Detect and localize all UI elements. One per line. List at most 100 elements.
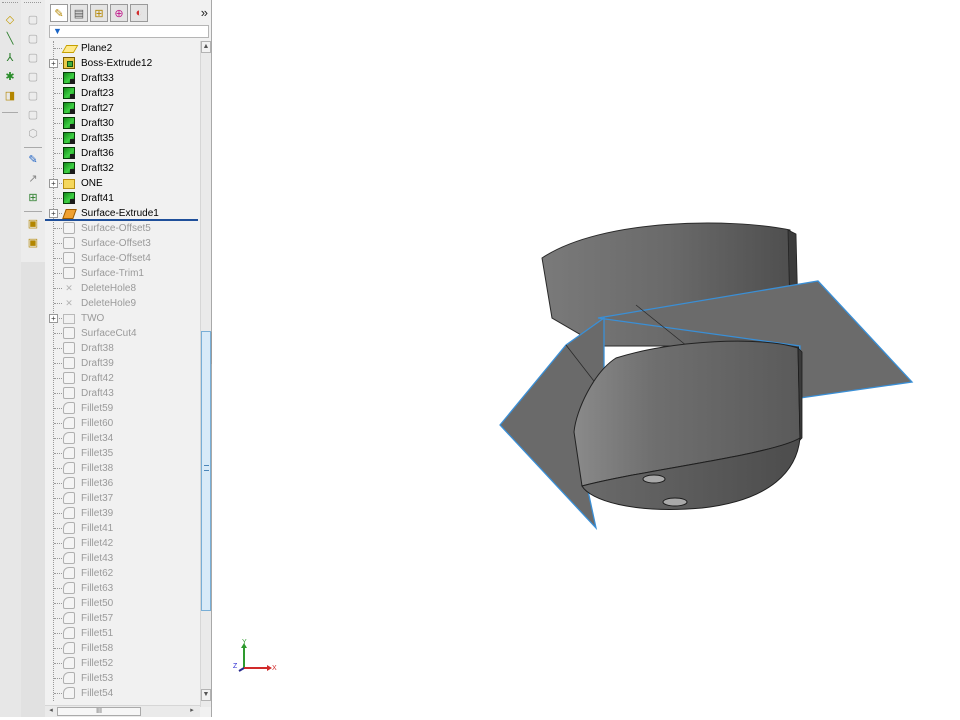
tree-item[interactable]: + ONE	[45, 176, 200, 191]
tree-branch-line	[54, 678, 62, 679]
tree-item[interactable]: Fillet51	[45, 626, 200, 641]
tree-item[interactable]: Draft42	[45, 371, 200, 386]
tree-branch-line	[54, 408, 62, 409]
tree-item[interactable]: Fillet60	[45, 416, 200, 431]
tree-item[interactable]: Fillet59	[45, 401, 200, 416]
scroll-left-button[interactable]: ◂	[46, 706, 56, 716]
point-icon[interactable]: ✱	[3, 70, 17, 84]
axis-icon[interactable]: ╲	[3, 32, 17, 46]
tree-item[interactable]: Surface-Trim1	[45, 266, 200, 281]
dimxpert-tab[interactable]: ⊕	[110, 4, 128, 22]
tree-item[interactable]: Surface-Offset3	[45, 236, 200, 251]
instant3d-icon[interactable]: ▣	[26, 236, 40, 250]
tree-item[interactable]: Draft39	[45, 356, 200, 371]
plane-icon[interactable]: ◇	[3, 13, 17, 27]
tree-item[interactable]: ✕ DeleteHole8	[45, 281, 200, 296]
tree-item[interactable]: Surface-Offset4	[45, 251, 200, 266]
rollback-bar[interactable]	[45, 219, 198, 221]
tree-item[interactable]: Draft23	[45, 86, 200, 101]
model-view[interactable]	[212, 0, 960, 717]
expand-icon[interactable]: +	[49, 314, 58, 323]
feature-filter-field[interactable]: ▼	[49, 25, 209, 38]
more-tabs-button[interactable]: »	[201, 5, 208, 21]
left-view-icon[interactable]: ▢	[26, 51, 40, 65]
bottom-view-icon[interactable]: ▢	[26, 108, 40, 122]
tree-item[interactable]: Fillet63	[45, 581, 200, 596]
sketch-icon[interactable]: ✎	[26, 153, 40, 167]
draft-feature-icon	[63, 162, 75, 174]
back-view-icon[interactable]: ▢	[26, 32, 40, 46]
tree-item[interactable]: Fillet39	[45, 506, 200, 521]
tree-item[interactable]: Fillet34	[45, 431, 200, 446]
tree-item[interactable]: Plane2	[45, 41, 200, 56]
tree-item[interactable]: Fillet54	[45, 686, 200, 701]
tree-item[interactable]: Fillet43	[45, 551, 200, 566]
tree-item[interactable]: Surface-Offset5	[45, 221, 200, 236]
top-view-icon[interactable]: ▢	[26, 89, 40, 103]
feature-tree: Plane2 + Boss-Extrude12 Draft33 Draft23 Draft…	[45, 41, 200, 707]
mate-reference-icon[interactable]: ◨	[3, 89, 17, 103]
tree-branch-line	[54, 303, 62, 304]
tree-item[interactable]: Draft30	[45, 116, 200, 131]
tree-item[interactable]: Fillet36	[45, 476, 200, 491]
configuration-manager-tab[interactable]: ⊞	[90, 4, 108, 22]
tree-branch-line	[54, 648, 62, 649]
tree-item-label: DeleteHole9	[81, 298, 137, 309]
scroll-right-button[interactable]: ▸	[187, 706, 197, 716]
tree-item[interactable]: Draft38	[45, 341, 200, 356]
tree-item[interactable]: Fillet38	[45, 461, 200, 476]
tree-item[interactable]: Fillet35	[45, 446, 200, 461]
tree-branch-line	[54, 603, 62, 604]
horizontal-scroll-thumb[interactable]: III	[57, 707, 141, 716]
tree-item-label: TWO	[81, 313, 105, 324]
tree-branch-line	[54, 363, 62, 364]
toolbar-separator	[24, 211, 42, 212]
tree-item[interactable]: Fillet37	[45, 491, 200, 506]
tree-item[interactable]: Fillet62	[45, 566, 200, 581]
tree-item[interactable]: + Boss-Extrude12	[45, 56, 200, 71]
insert-component-icon[interactable]: ▣	[26, 217, 40, 231]
tree-item[interactable]: Draft36	[45, 146, 200, 161]
tree-item[interactable]: Fillet41	[45, 521, 200, 536]
expand-icon[interactable]: +	[49, 179, 58, 188]
tree-item[interactable]: Fillet58	[45, 641, 200, 656]
tree-item[interactable]: Fillet42	[45, 536, 200, 551]
property-manager-tab[interactable]: ▤	[70, 4, 88, 22]
toolbar-grip[interactable]	[24, 2, 41, 6]
tree-item[interactable]: Fillet50	[45, 596, 200, 611]
tree-item[interactable]: Draft27	[45, 101, 200, 116]
smart-dimension-icon[interactable]: ↗	[26, 172, 40, 186]
tree-item[interactable]: Fillet52	[45, 656, 200, 671]
feature-manager-tab[interactable]: ✎	[50, 4, 68, 22]
tree-item[interactable]: Fillet53	[45, 671, 200, 686]
graphics-viewport[interactable]	[212, 0, 960, 717]
tree-item[interactable]: ✕ DeleteHole9	[45, 296, 200, 311]
toolbar-grip[interactable]	[2, 2, 18, 6]
tree-item-label: Draft33	[81, 73, 114, 84]
right-view-icon[interactable]: ▢	[26, 70, 40, 84]
tree-item[interactable]: Draft43	[45, 386, 200, 401]
relations-icon[interactable]: ⊞	[26, 191, 40, 205]
fillet-feature-icon	[63, 492, 75, 504]
tree-item[interactable]: SurfaceCut4	[45, 326, 200, 341]
filter-icon[interactable]: ▼	[53, 26, 62, 37]
front-view-icon[interactable]: ▢	[26, 13, 40, 27]
display-manager-tab[interactable]: ◐	[130, 4, 148, 22]
tree-horizontal-scrollbar[interactable]: ◂ III ▸	[45, 705, 200, 717]
expand-icon[interactable]: +	[49, 209, 58, 218]
scroll-down-button[interactable]: ▼	[201, 689, 211, 701]
coordinate-system-icon[interactable]: ⅄	[3, 51, 17, 65]
tree-item[interactable]: Draft33	[45, 71, 200, 86]
tree-item[interactable]: Draft35	[45, 131, 200, 146]
view-toolbar: ▢ ▢ ▢ ▢ ▢ ▢ ⬡ ✎ ↗ ⊞ ▣ ▣	[21, 0, 46, 262]
tree-vertical-scrollbar[interactable]: ▲ ▼	[200, 41, 211, 707]
tree-item[interactable]: Draft41	[45, 191, 200, 206]
draft-feature-icon	[63, 117, 75, 129]
vertical-scroll-thumb[interactable]	[201, 331, 211, 611]
scroll-up-button[interactable]: ▲	[201, 41, 211, 53]
tree-item[interactable]: Draft32	[45, 161, 200, 176]
tree-item[interactable]: + TWO	[45, 311, 200, 326]
tree-item[interactable]: Fillet57	[45, 611, 200, 626]
isometric-view-icon[interactable]: ⬡	[26, 127, 40, 141]
expand-icon[interactable]: +	[49, 59, 58, 68]
